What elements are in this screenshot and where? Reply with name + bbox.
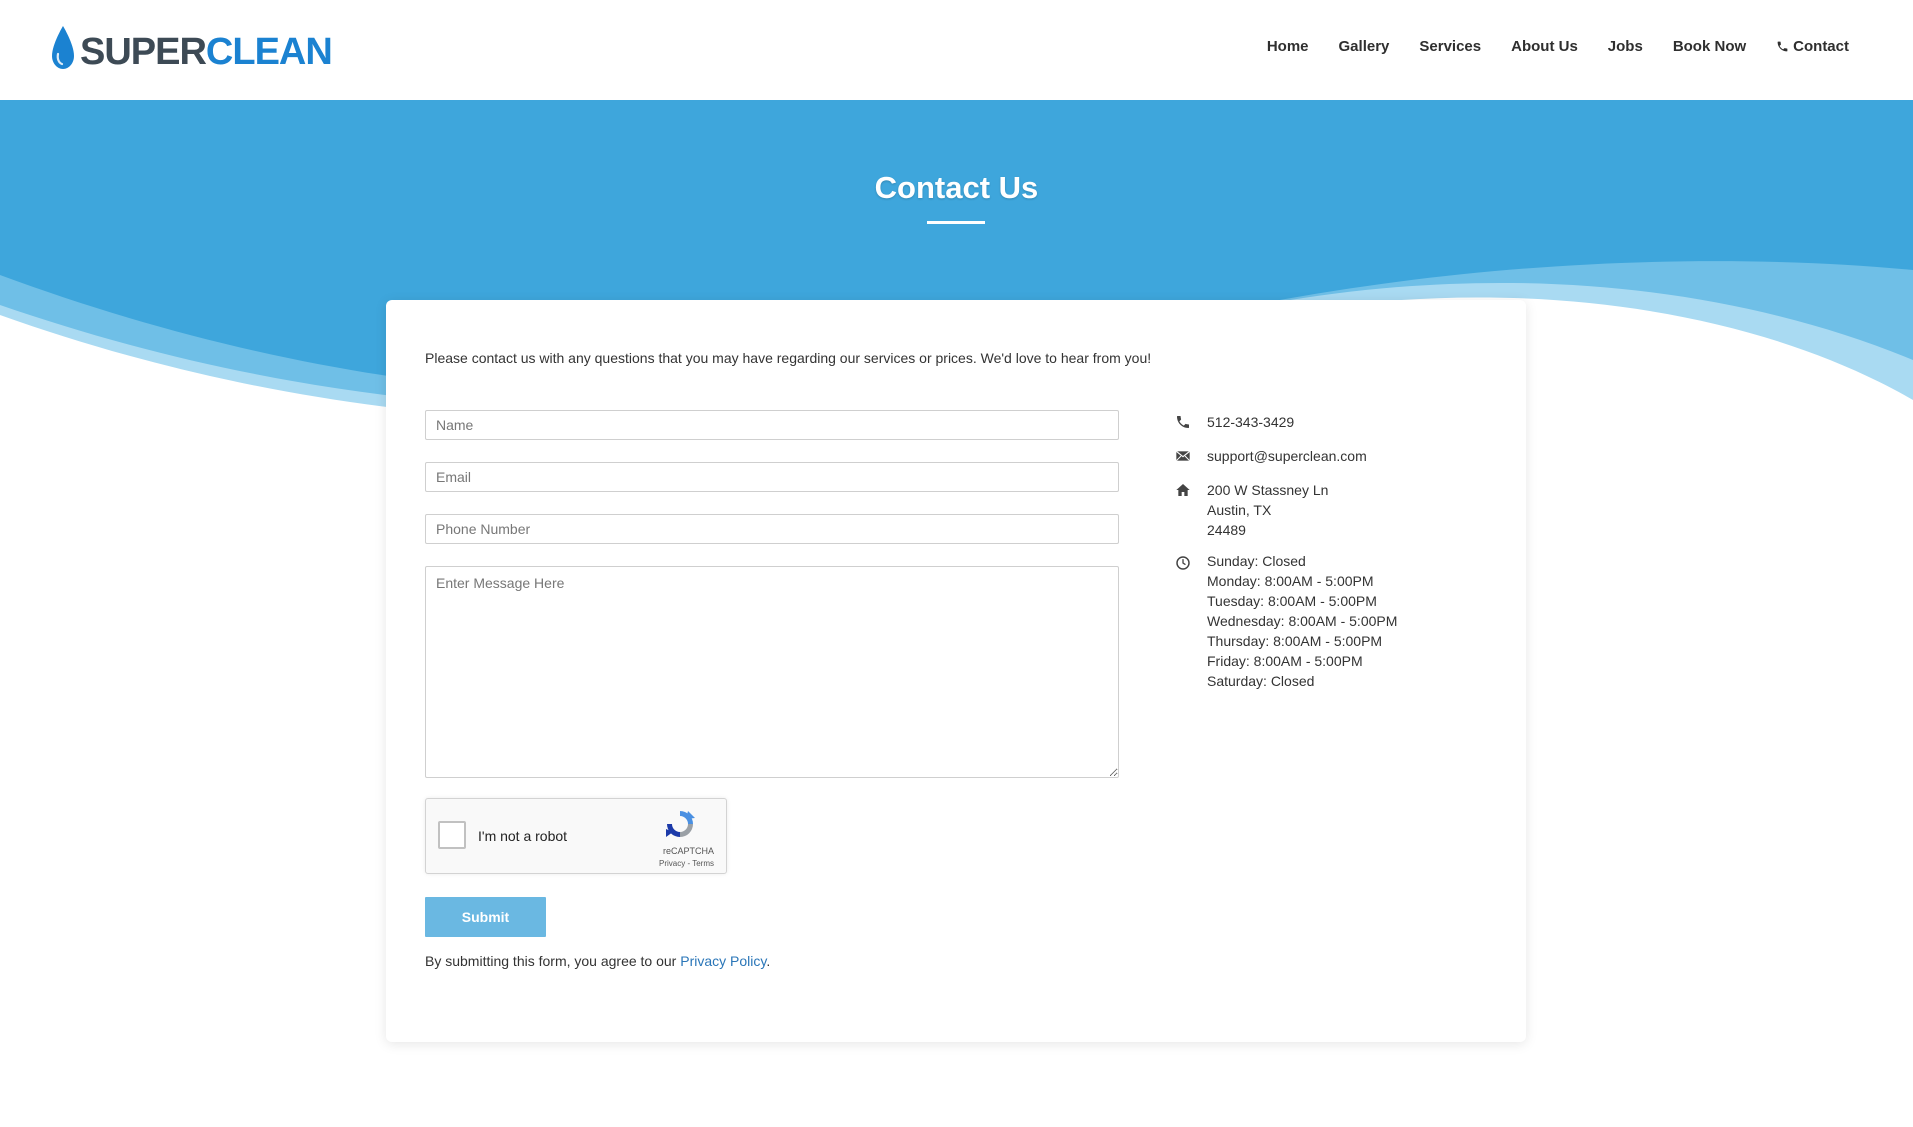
- privacy-agreement: By submitting this form, you agree to ou…: [425, 953, 770, 969]
- clock-icon: [1176, 556, 1190, 570]
- hours-list: Sunday: Closed Monday: 8:00AM - 5:00PM T…: [1207, 551, 1397, 691]
- hours-line: Friday: 8:00AM - 5:00PM: [1207, 653, 1363, 669]
- address-line: 200 W Stassney Ln: [1207, 482, 1329, 498]
- agreement-text: By submitting this form, you agree to ou…: [425, 953, 681, 969]
- site-header: SUPERCLEAN Home Gallery Services About U…: [0, 0, 1913, 100]
- agreement-end: .: [766, 953, 771, 969]
- recaptcha-checkbox[interactable]: [438, 821, 466, 849]
- email-input[interactable]: [425, 462, 1119, 492]
- nav-about-us[interactable]: About Us: [1511, 38, 1578, 55]
- hours-line: Monday: 8:00AM - 5:00PM: [1207, 573, 1374, 589]
- logo-wordmark: SUPERCLEAN: [80, 31, 333, 73]
- nav-home[interactable]: Home: [1267, 38, 1309, 55]
- nav-book-now[interactable]: Book Now: [1673, 38, 1746, 55]
- address-line: 24489: [1207, 522, 1246, 538]
- privacy-policy-link[interactable]: Privacy Policy: [680, 953, 766, 969]
- phone-icon: [1777, 41, 1788, 52]
- recaptcha-logo-icon: [666, 811, 695, 837]
- phone-input[interactable]: [425, 514, 1119, 544]
- address-lines: 200 W Stassney Ln Austin, TX 24489: [1207, 480, 1328, 540]
- recaptcha-label: I'm not a robot: [478, 828, 568, 844]
- site-logo[interactable]: SUPERCLEAN: [48, 24, 333, 73]
- hours-line: Thursday: 8:00AM - 5:00PM: [1207, 633, 1383, 649]
- hours-line: Saturday: Closed: [1207, 673, 1315, 689]
- name-input[interactable]: [425, 410, 1119, 440]
- page-title: Contact Us: [874, 170, 1039, 205]
- recaptcha-links[interactable]: Privacy - Terms: [659, 859, 714, 868]
- address-line: Austin, TX: [1207, 502, 1272, 518]
- main-nav: Home Gallery Services About Us Jobs Book…: [1237, 38, 1849, 55]
- home-icon: [1176, 484, 1190, 496]
- water-drop-icon: [52, 26, 74, 69]
- email-address[interactable]: support@superclean.com: [1207, 446, 1367, 466]
- phone-number[interactable]: 512-343-3429: [1207, 412, 1294, 432]
- contact-card: Please contact us with any questions tha…: [386, 300, 1526, 1042]
- recaptcha-widget: I'm not a robot reCAPTCHA Privacy - Term…: [425, 798, 727, 874]
- recaptcha-brand: reCAPTCHA: [662, 846, 714, 856]
- phone-icon: [1177, 416, 1189, 428]
- nav-gallery[interactable]: Gallery: [1339, 38, 1390, 55]
- submit-button[interactable]: Submit: [425, 897, 546, 937]
- hours-line: Wednesday: 8:00AM - 5:00PM: [1207, 613, 1398, 629]
- logo-text-super: SUPER: [80, 31, 207, 73]
- nav-contact[interactable]: Contact: [1776, 38, 1849, 55]
- nav-jobs[interactable]: Jobs: [1608, 38, 1643, 55]
- intro-text: Please contact us with any questions tha…: [425, 350, 1152, 366]
- hours-line: Sunday: Closed: [1207, 553, 1306, 569]
- title-underline: [927, 221, 985, 224]
- logo-text-clean: CLEAN: [205, 31, 333, 73]
- hours-line: Tuesday: 8:00AM - 5:00PM: [1207, 593, 1377, 609]
- message-textarea[interactable]: [425, 566, 1119, 778]
- envelope-icon: [1175, 450, 1191, 462]
- nav-contact-label: Contact: [1793, 38, 1849, 55]
- nav-services[interactable]: Services: [1419, 38, 1481, 55]
